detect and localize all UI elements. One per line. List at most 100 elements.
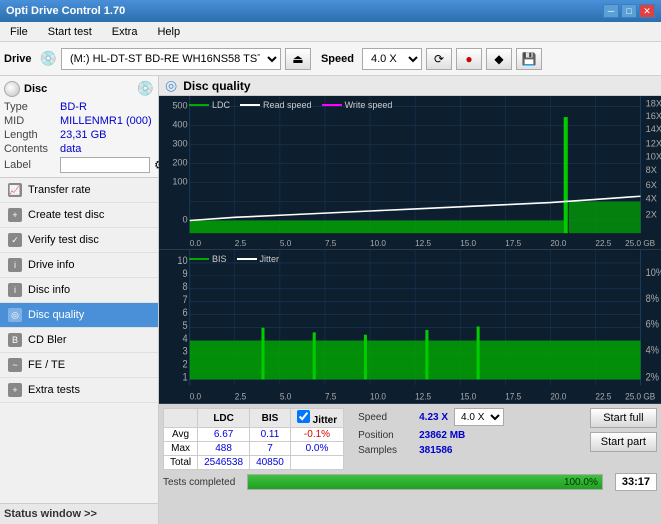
disc-icon [4,81,20,97]
svg-text:8%: 8% [646,293,659,305]
action-buttons: Start full Start part [590,408,657,452]
jitter-color [237,258,257,260]
svg-text:17.5: 17.5 [505,391,521,402]
svg-text:100: 100 [172,177,187,187]
svg-text:7.5: 7.5 [325,391,336,402]
svg-text:4%: 4% [646,345,659,357]
sidebar-item-drive-info[interactable]: i Drive info [0,253,158,278]
ldc-color [189,104,209,106]
maximize-button[interactable]: □ [621,4,637,18]
menu-extra[interactable]: Extra [106,24,144,40]
settings-button[interactable]: ◆ [486,48,512,70]
status-window-toggle[interactable]: Status window >> [0,503,158,524]
svg-text:0: 0 [183,215,188,225]
disc-info-icon: i [8,283,22,297]
app-title: Opti Drive Control 1.70 [6,5,125,17]
svg-text:15.0: 15.0 [460,238,476,248]
progress-wrapper: 100.0% [247,472,603,492]
svg-text:20.0: 20.0 [550,391,566,402]
status-window-label: Status window >> [4,508,97,520]
svg-text:8X: 8X [646,165,658,175]
position-label: Position [358,430,413,441]
svg-text:2X: 2X [646,209,658,219]
record-button[interactable]: ● [456,48,482,70]
sidebar-label-disc-quality: Disc quality [28,309,84,321]
avg-jitter: -0.1% [290,428,343,442]
save-button[interactable]: 💾 [516,48,542,70]
svg-text:10.0: 10.0 [370,238,386,248]
svg-text:6%: 6% [646,319,659,331]
svg-text:7: 7 [183,294,189,306]
svg-text:400: 400 [172,120,187,130]
main-content: Disc 💿 Type BD-R MID MILLENMR1 (000) Len… [0,76,661,524]
sidebar-item-create-test-disc[interactable]: + Create test disc [0,203,158,228]
max-ldc: 488 [198,442,250,456]
legend-read-speed: Read speed [240,100,312,110]
menu-file[interactable]: File [4,24,34,40]
sidebar-item-extra-tests[interactable]: + Extra tests [0,378,158,403]
svg-text:7.5: 7.5 [325,238,337,248]
svg-text:12.5: 12.5 [415,391,431,402]
svg-text:3: 3 [183,346,189,358]
avg-ldc: 6.67 [198,428,250,442]
svg-text:300: 300 [172,139,187,149]
svg-text:5.0: 5.0 [280,391,291,402]
close-button[interactable]: ✕ [639,4,655,18]
menu-start-test[interactable]: Start test [42,24,98,40]
legend-write-speed: Write speed [322,100,393,110]
sidebar-label-extra-tests: Extra tests [28,384,80,396]
start-full-button[interactable]: Start full [590,408,657,428]
label-input[interactable] [60,157,150,173]
svg-text:20.0: 20.0 [550,238,566,248]
sidebar-item-cd-bler[interactable]: B CD Bler [0,328,158,353]
samples-label: Samples [358,445,413,456]
transfer-rate-icon: 📈 [8,183,22,197]
sidebar-item-transfer-rate[interactable]: 📈 Transfer rate [0,178,158,203]
speed-selector[interactable]: 4.0 X [362,48,422,70]
sidebar-item-disc-info[interactable]: i Disc info [0,278,158,303]
disc-quality-icon: ◎ [8,308,22,322]
position-stat-row: Position 23862 MB [358,430,504,441]
drive-label: Drive [4,53,32,65]
bottom-progress-row: Tests completed 100.0% 33:17 [163,472,657,492]
write-speed-color [322,104,342,106]
svg-text:2.5: 2.5 [235,238,247,248]
max-row-label: Max [164,442,198,456]
speed-stat-selector[interactable]: 4.0 X [454,408,504,426]
total-bis: 40850 [250,456,291,470]
refresh-button[interactable]: ⟳ [426,48,452,70]
sidebar-label-transfer-rate: Transfer rate [28,184,91,196]
speed-label: Speed [321,53,354,65]
svg-text:22.5: 22.5 [595,391,611,402]
mid-field-label: MID [4,115,56,127]
start-part-button[interactable]: Start part [590,432,657,452]
svg-text:14X: 14X [646,124,661,134]
svg-text:1: 1 [183,372,189,384]
chart2-container: BIS Jitter [159,250,661,404]
sidebar-item-fe-te[interactable]: ~ FE / TE [0,353,158,378]
avg-bis: 0.11 [250,428,291,442]
stats-table: LDC BIS Jitter Avg 6.67 0.11 -0.1% [163,408,344,470]
status-text: Tests completed [163,477,235,488]
minimize-button[interactable]: ─ [603,4,619,18]
fe-te-icon: ~ [8,358,22,372]
sidebar-item-disc-quality[interactable]: ◎ Disc quality [0,303,158,328]
create-disc-icon: + [8,208,22,222]
menu-help[interactable]: Help [151,24,186,40]
eject-button[interactable]: ⏏ [285,48,311,70]
jitter-checkbox[interactable] [297,410,310,423]
avg-row-label: Avg [164,428,198,442]
samples-stat-row: Samples 381586 [358,445,504,456]
svg-text:200: 200 [172,158,187,168]
verify-disc-icon: ✓ [8,233,22,247]
samples-value: 381586 [419,445,452,456]
charts-area: LDC Read speed Write speed [159,96,661,404]
svg-text:25.0 GB: 25.0 GB [625,391,655,402]
drive-selector[interactable]: (M:) HL-DT-ST BD-RE WH16NS58 TST4 [61,48,281,70]
chart2-legend: BIS Jitter [189,254,279,264]
legend-write-speed-label: Write speed [345,100,393,110]
svg-text:10%: 10% [646,267,661,279]
svg-text:2%: 2% [646,372,659,384]
sidebar-item-verify-test-disc[interactable]: ✓ Verify test disc [0,228,158,253]
svg-text:16X: 16X [646,111,661,121]
